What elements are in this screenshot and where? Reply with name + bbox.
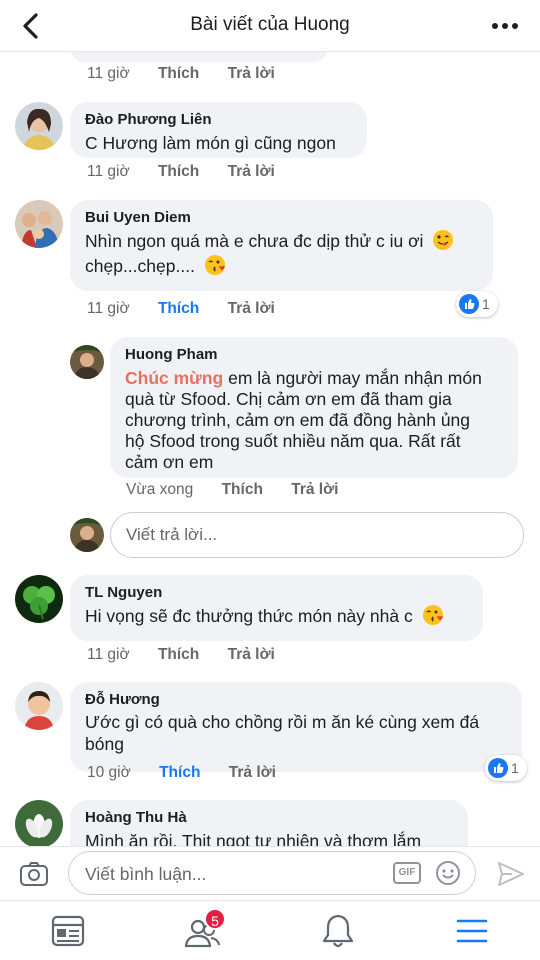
comment-actions: 11 giờ Thích Trả lời [87,300,275,320]
avatar[interactable] [15,200,63,248]
friends-tab[interactable]: 5 [180,908,226,951]
avatar[interactable] [15,102,63,150]
comment-time: 11 giờ [87,163,130,180]
commenter-name[interactable]: Đào Phương Liên [85,111,353,129]
commenter-name[interactable]: Hoàng Thu Hà [85,809,454,827]
menu-tab[interactable] [450,911,494,951]
reply-time: Vừa xong [126,481,194,498]
comment-text: Ước gì có quà cho chồng rồi m ăn ké cùng… [85,711,508,755]
like-reaction-icon [488,758,508,778]
comment-text: C Hương làm món gì cũng ngon [85,133,336,153]
avatar[interactable] [15,682,63,730]
notifications-tab[interactable] [316,911,360,951]
top-bar: Bài viết của Huong [0,0,540,52]
camera-icon[interactable] [18,860,50,888]
reply-text-line: quà từ Sfood. Chị cảm ơn em đã tham gia [125,389,452,409]
reaction-count-value: 1 [482,296,490,312]
reply-button[interactable]: Trả lời [228,300,275,318]
comment-bubble: Bui Uyen Diem Nhìn ngon quá mà e chưa đc… [70,200,493,291]
reply-text-line: hộ Sfood trong suốt nhiều năm qua. Rất r… [125,431,461,451]
comment-bubble: Đào Phương Liên C Hương làm món gì cũng … [70,102,367,158]
avatar[interactable] [15,575,63,623]
notification-badge: 5 [204,908,226,930]
comment-text-line: Hi vọng sẽ đc thưởng thức món này nhà c [85,606,413,626]
comment-text: Hi vọng sẽ đc thưởng thức món này nhà c [85,604,469,629]
reply-button[interactable]: Trả lời [291,481,338,499]
comment-actions: 10 giờ Thích Trả lời [87,764,276,784]
menu-hamburger-icon [456,919,488,943]
commenter-name[interactable]: Đỗ Hương [85,691,508,709]
like-button[interactable]: Thích [158,646,199,664]
send-icon[interactable] [496,859,526,889]
page-title: Bài viết của Huong [190,14,350,35]
avatar[interactable] [70,345,104,379]
comment-bubble-partial [70,52,328,62]
comment-text-line: chẹp...chẹp.... [85,256,195,276]
reply-button[interactable]: Trả lời [228,163,275,181]
comment-text-line: Nhìn ngon quá mà e chưa đc dịp thử c iu … [85,231,424,251]
comment-text-line: Ước gì có quà cho chồng rồi m ăn ké cùng… [85,712,480,732]
comment-actions: 11 giờ Thích Trả lời [87,65,275,85]
commenter-name[interactable]: Bui Uyen Diem [85,209,479,227]
reply-button[interactable]: Trả lời [229,764,276,782]
more-options-icon[interactable] [486,14,526,38]
news-feed-tab[interactable] [46,911,90,951]
bottom-navigation: 5 [0,900,540,960]
reaction-count[interactable]: 1 [456,291,498,317]
winking-tongue-emoji-icon [433,230,454,250]
reply-input[interactable]: Viết trả lời... [110,512,524,558]
comment-time: 11 giờ [87,65,130,82]
kissing-heart-emoji-icon [422,605,443,625]
comment-actions: 11 giờ Thích Trả lời [87,163,275,183]
comment-composer: Viết bình luận... GIF [0,846,540,900]
commenter-name[interactable]: Huong Pham [125,346,504,364]
reply-text: Chúc mừng em là người may mắn nhận món q… [125,368,504,473]
like-button[interactable]: Thích [158,65,199,83]
reply-button[interactable]: Trả lời [228,65,275,83]
comment-input[interactable]: Viết bình luận... GIF [68,851,476,895]
highlighted-text: Chúc mừng [125,368,224,388]
sticker-emoji-icon[interactable] [435,860,461,886]
like-button[interactable]: Thích [158,163,199,181]
comment-time: 11 giờ [87,646,130,663]
reply-text-line: cảm ơn em [125,452,214,472]
news-feed-icon [51,915,85,947]
reply-button[interactable]: Trả lời [228,646,275,664]
comment-input-placeholder: Viết bình luận... [85,864,207,884]
comment-bubble: Hoàng Thu Hà Mình ăn rồi. Thịt ngọt tự n… [70,800,468,846]
comment-bubble: TL Nguyen Hi vọng sẽ đc thưởng thức món … [70,575,483,641]
comment-time: 11 giờ [87,300,130,317]
comment-text: Mình ăn rồi. Thịt ngọt tự nhiên và thơm … [85,831,422,846]
reply-actions: Vừa xong Thích Trả lời [126,481,338,501]
commenter-name[interactable]: TL Nguyen [85,584,469,602]
like-button[interactable]: Thích [158,300,199,318]
reaction-count-value: 1 [511,760,519,776]
comment-text: Nhìn ngon quá mà e chưa đc dịp thử c iu … [85,229,479,279]
comment-text-line: bóng [85,734,124,754]
like-button[interactable]: Thích [159,764,200,782]
comment-actions: 11 giờ Thích Trả lời [87,646,275,666]
gif-icon[interactable]: GIF [393,862,421,884]
avatar[interactable] [15,800,63,846]
like-button[interactable]: Thích [222,481,263,499]
comment-time: 10 giờ [87,764,131,781]
comment-feed[interactable]: 11 giờ Thích Trả lời Đào Phương Liên C H… [0,52,540,846]
reply-text-line: chương trình, cảm ơn em đã đồng hành ủng [125,410,471,430]
kissing-heart-emoji-icon [204,255,225,275]
reaction-count[interactable]: 1 [485,755,527,781]
reply-text-line: em là người may mắn nhận món [228,368,482,388]
comment-bubble: Đỗ Hương Ước gì có quà cho chồng rồi m ă… [70,682,522,772]
bell-icon [322,914,354,948]
like-reaction-icon [459,294,479,314]
my-avatar [70,518,104,552]
reply-bubble: Huong Pham Chúc mừng em là người may mắn… [110,337,518,478]
